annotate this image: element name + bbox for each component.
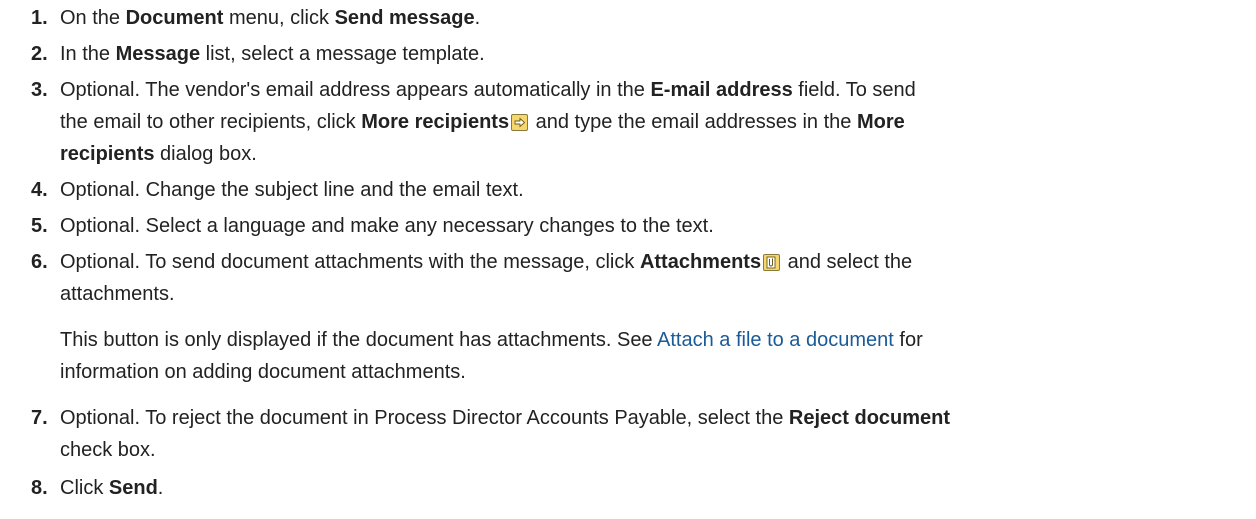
ui-term-more-recipients: More recipients	[361, 111, 510, 133]
ui-term-send: Send	[108, 477, 158, 499]
step-number: 2.	[31, 43, 48, 65]
text-run: Optional. To send document attachments w…	[60, 251, 640, 273]
step-number: 5.	[31, 215, 48, 237]
step-number: 3.	[31, 79, 48, 101]
ui-term-message-list: Message	[115, 43, 201, 65]
text-run: Click	[60, 477, 109, 499]
step-text: On the Document menu, click Send message…	[60, 2, 1240, 34]
step-text: Optional. To reject the document in Proc…	[60, 402, 1240, 466]
step-text: Optional. Select a language and make any…	[60, 215, 714, 237]
step-number: 1.	[31, 7, 48, 29]
text-run: .	[474, 7, 481, 29]
step-number: 6.	[31, 251, 48, 273]
text-run: the email to other recipients, click	[60, 111, 362, 133]
ui-term-send-message: Send message	[334, 7, 475, 29]
ui-term-recipients: recipients	[60, 143, 155, 165]
step-text: In the Message list, select a message te…	[60, 38, 1240, 70]
text-run: Optional. The vendor's email address app…	[60, 79, 651, 101]
text-run: field. To send	[792, 79, 916, 101]
step-number: 4.	[31, 179, 48, 201]
step-number: 7.	[31, 407, 48, 429]
text-run: Optional. To reject the document in Proc…	[60, 407, 789, 429]
text-run: On the	[60, 7, 126, 29]
step-note: This button is only displayed if the doc…	[60, 324, 1240, 388]
text-run: menu, click	[223, 7, 335, 29]
ui-term-more: More	[856, 111, 905, 133]
text-run: list, select a message template.	[200, 43, 485, 65]
ui-term-email-address: E-mail address	[650, 79, 793, 101]
text-run: for	[893, 329, 923, 351]
text-run: This button is only displayed if the doc…	[60, 329, 658, 351]
text-run: information on adding document attachmen…	[60, 361, 466, 383]
text-run: check box.	[60, 439, 156, 461]
step-text: Optional. Change the subject line and th…	[60, 179, 524, 201]
step-text: Optional. To send document attachments w…	[60, 246, 1240, 310]
attach-file-link[interactable]: Attach a file to a document	[657, 329, 894, 351]
ui-term-attachments: Attachments	[639, 251, 762, 273]
text-run: In the	[60, 43, 116, 65]
ui-term-document-menu: Document	[125, 7, 224, 29]
ui-term-reject-document: Reject document	[788, 407, 951, 429]
text-run: attachments.	[60, 283, 175, 305]
text-run: dialog box.	[154, 143, 257, 165]
step-number: 8.	[31, 477, 48, 499]
more-recipients-arrow-icon	[511, 109, 529, 131]
text-run: .	[157, 477, 164, 499]
text-run: and type the email addresses in the	[530, 111, 857, 133]
text-run: and select the	[782, 251, 913, 273]
step-text: Optional. The vendor's email address app…	[60, 74, 1240, 170]
step-text: Click Send.	[60, 472, 1240, 504]
attachments-clip-icon	[763, 249, 781, 271]
